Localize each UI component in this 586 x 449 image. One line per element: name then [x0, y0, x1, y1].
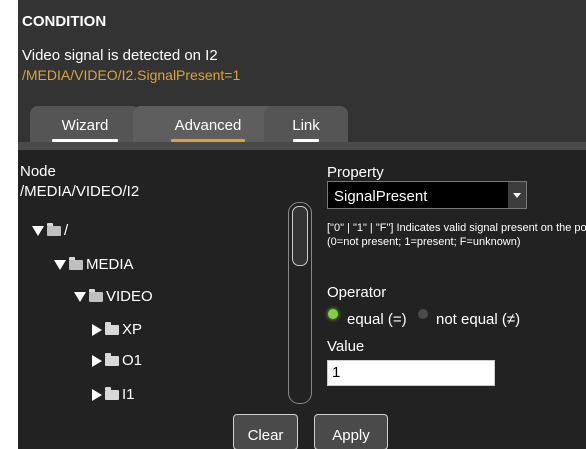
expand-right-icon[interactable]: [92, 388, 102, 401]
tab-wizard-label: Wizard: [61, 117, 109, 134]
tree-node-o1[interactable]: O1: [92, 352, 142, 369]
tab-advanced[interactable]: Advanced: [133, 106, 283, 142]
property-label: Property: [327, 164, 384, 181]
folder-open-icon: [47, 222, 61, 236]
node-path: /MEDIA/VIDEO/I2: [20, 183, 140, 200]
clear-button[interactable]: Clear: [233, 414, 298, 449]
node-label: Node: [20, 163, 56, 180]
tree-node-video[interactable]: VIDEO: [74, 288, 153, 305]
chevron-down-icon: [513, 192, 521, 198]
operator-label: Operator: [327, 284, 387, 301]
tree-node-media[interactable]: MEDIA: [54, 256, 134, 273]
tree-node-label: I1: [122, 386, 135, 403]
dropdown-button[interactable]: [508, 182, 526, 208]
radio-equal-label[interactable]: equal (=): [347, 311, 407, 328]
tree-scrollbar-thumb[interactable]: [292, 206, 308, 266]
tab-wizard[interactable]: Wizard: [30, 106, 140, 142]
tab-link[interactable]: Link: [264, 106, 348, 142]
tab-advanced-label: Advanced: [174, 117, 242, 134]
condition-expression: /MEDIA/VIDEO/I2.SignalPresent=1: [22, 67, 241, 83]
property-description: ["0" | "1" | "F"] Indicates valid signal…: [327, 222, 586, 248]
radio-equal[interactable]: [328, 309, 338, 319]
value-label: Value: [327, 338, 365, 355]
tree-node-label: XP: [122, 321, 143, 338]
tree-node-root[interactable]: /: [32, 222, 68, 239]
expand-right-icon[interactable]: [92, 323, 102, 336]
tree-node-xp[interactable]: XP: [92, 321, 142, 338]
value-input[interactable]: 1: [327, 360, 495, 386]
condition-description: Video signal is detected on I2: [22, 47, 218, 64]
folder-icon: [105, 352, 119, 366]
tree-node-label: MEDIA: [86, 256, 134, 273]
tab-strip: [18, 142, 586, 150]
condition-panel: CONDITION Video signal is detected on I2…: [18, 0, 586, 449]
condition-heading: CONDITION: [22, 13, 107, 30]
folder-icon: [105, 386, 119, 400]
apply-button[interactable]: Apply: [314, 414, 388, 449]
advanced-content: Node /MEDIA/VIDEO/I2 / MEDIA VIDEO XP O1: [18, 150, 586, 449]
expand-down-icon[interactable]: [74, 291, 86, 302]
tree-node-i1[interactable]: I1: [92, 386, 135, 403]
folder-open-icon: [89, 288, 103, 302]
expand-right-icon[interactable]: [92, 354, 102, 367]
property-select[interactable]: SignalPresent: [327, 181, 527, 209]
tree-node-label: /: [64, 222, 69, 239]
folder-icon: [105, 321, 119, 335]
folder-open-icon: [69, 256, 83, 270]
property-selected-value: SignalPresent: [334, 188, 428, 205]
expand-down-icon[interactable]: [54, 259, 66, 270]
radio-not-equal[interactable]: [418, 309, 428, 319]
tree-node-label: O1: [122, 352, 143, 369]
tab-link-label: Link: [292, 117, 320, 134]
expand-down-icon[interactable]: [32, 225, 44, 236]
tree-node-label: VIDEO: [106, 288, 153, 305]
radio-not-equal-label[interactable]: not equal (≠): [436, 311, 520, 328]
